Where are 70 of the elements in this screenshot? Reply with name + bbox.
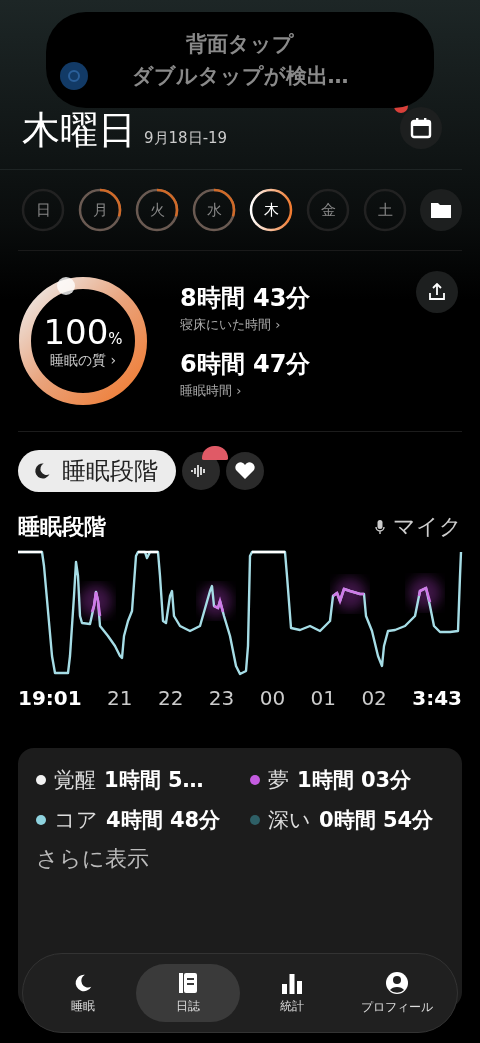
quality-percent: 100% — [43, 312, 123, 352]
heart-icon — [235, 462, 255, 480]
microphone-icon — [375, 519, 385, 535]
time-label: 19:01 — [18, 686, 82, 710]
stage-name: 覚醒 — [54, 767, 96, 794]
rem-segment — [213, 596, 225, 613]
day-ring[interactable]: 火 — [135, 188, 179, 232]
time-label: 3:43 — [412, 686, 462, 710]
weekday-title: 木曜日 — [22, 108, 136, 152]
day-ring[interactable]: 月 — [78, 188, 122, 232]
heart-tab[interactable] — [226, 452, 264, 490]
stage-duration: 4時間 48分 — [106, 807, 221, 834]
calendar-icon — [410, 117, 432, 139]
microphone-source[interactable]: マイク — [375, 512, 462, 542]
stage-duration: 1時間 03分 — [297, 767, 412, 794]
awake-segment — [252, 550, 285, 554]
sound-tab[interactable] — [182, 452, 220, 490]
quality-label: 睡眠の質 › — [49, 352, 117, 370]
notification-banner[interactable]: 背面タップ ダブルタップが検出… — [46, 12, 434, 108]
share-button[interactable] — [416, 271, 458, 313]
sleep-stages-tab[interactable]: 睡眠段階 — [18, 450, 176, 492]
nav-tab[interactable]: 統計 — [240, 964, 345, 1022]
time-label: 00 — [259, 686, 286, 710]
day-ring[interactable]: 金 — [306, 188, 350, 232]
day-ring[interactable]: 木 — [249, 188, 293, 232]
time-label: 22 — [157, 686, 184, 710]
day-ring[interactable]: 日 — [21, 188, 65, 232]
folder-icon — [430, 201, 452, 219]
stage-name: コア — [54, 807, 98, 834]
day-ring[interactable]: 土 — [363, 188, 407, 232]
rem-glow — [80, 585, 112, 617]
stage-duration: 0時間 54分 — [319, 807, 434, 834]
time-label: 02 — [361, 686, 387, 710]
share-icon — [428, 283, 446, 301]
bar-chart-icon — [281, 971, 304, 994]
stat-value: 6時間 47分 — [180, 349, 311, 380]
rem-segment — [332, 587, 364, 605]
rem-glow — [200, 585, 232, 617]
day-ring[interactable]: 水 — [192, 188, 236, 232]
rem-segment — [417, 586, 432, 603]
nav-tab[interactable]: プロフィール — [344, 964, 449, 1022]
stage-name: 深い — [268, 807, 311, 834]
nav-tab[interactable]: 日誌 — [135, 964, 240, 1022]
stat-link[interactable]: 寝床にいた時間 › — [180, 316, 311, 334]
stat-value: 8時間 43分 — [180, 283, 311, 314]
time-label: 23 — [208, 686, 235, 710]
sleep-quality-ring[interactable]: 100% 睡眠の質 › — [18, 276, 148, 406]
awake-segment — [138, 550, 158, 554]
stat-link[interactable]: 睡眠時間 › — [180, 382, 311, 400]
show-more-link[interactable]: さらに表示 — [36, 844, 462, 874]
calendar-button[interactable] — [400, 107, 442, 149]
profile-icon — [384, 970, 409, 995]
time-label: 01 — [310, 686, 336, 710]
date-range: 9月18日-19 — [144, 129, 228, 147]
journal-icon — [177, 971, 198, 994]
notification-title: 背面タップ — [186, 31, 294, 58]
stage-duration: 1時間 5… — [104, 767, 204, 794]
nav-tab[interactable]: 睡眠 — [31, 964, 136, 1022]
rem-glow — [334, 578, 366, 610]
time-label: 21 — [107, 686, 133, 710]
rem-segment — [90, 590, 102, 617]
alert-badge — [202, 446, 228, 460]
folder-button[interactable] — [420, 189, 462, 231]
ring-highlight — [57, 277, 75, 295]
stage-name: 夢 — [268, 767, 289, 794]
awake-segment — [18, 550, 42, 554]
notification-body: ダブルタップが検出… — [131, 63, 349, 90]
moon-icon — [32, 461, 52, 481]
rem-glow — [409, 577, 441, 609]
chart-title: 睡眠段階 — [18, 513, 106, 541]
